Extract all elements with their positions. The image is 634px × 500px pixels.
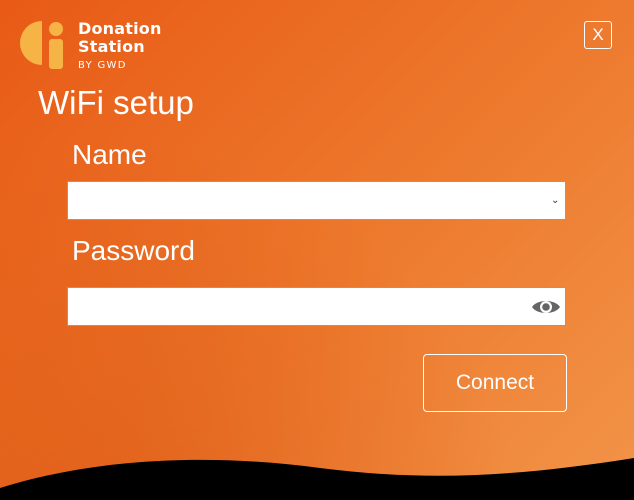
bottom-wave-decoration: [0, 458, 634, 500]
password-field-container: [67, 287, 566, 326]
password-input[interactable]: [68, 288, 565, 325]
page-title: WiFi setup: [38, 84, 194, 121]
password-label: Password: [72, 235, 195, 266]
brand-name-line1: Donation: [78, 19, 162, 38]
eye-icon[interactable]: [531, 297, 561, 317]
brand-name-line2: Station: [78, 37, 145, 56]
close-button[interactable]: X: [584, 21, 612, 49]
network-name-select[interactable]: [68, 182, 565, 219]
brand-byline: BY GWD: [78, 60, 127, 71]
brand-logo: Donation Station BY GWD: [20, 19, 170, 75]
name-dropdown[interactable]: ⌄: [67, 181, 566, 220]
wifi-setup-window: Donation Station BY GWD X WiFi setup Nam…: [0, 0, 634, 500]
connect-button[interactable]: Connect: [423, 354, 567, 412]
name-label: Name: [72, 139, 147, 170]
donation-station-logo-icon: [20, 21, 63, 69]
